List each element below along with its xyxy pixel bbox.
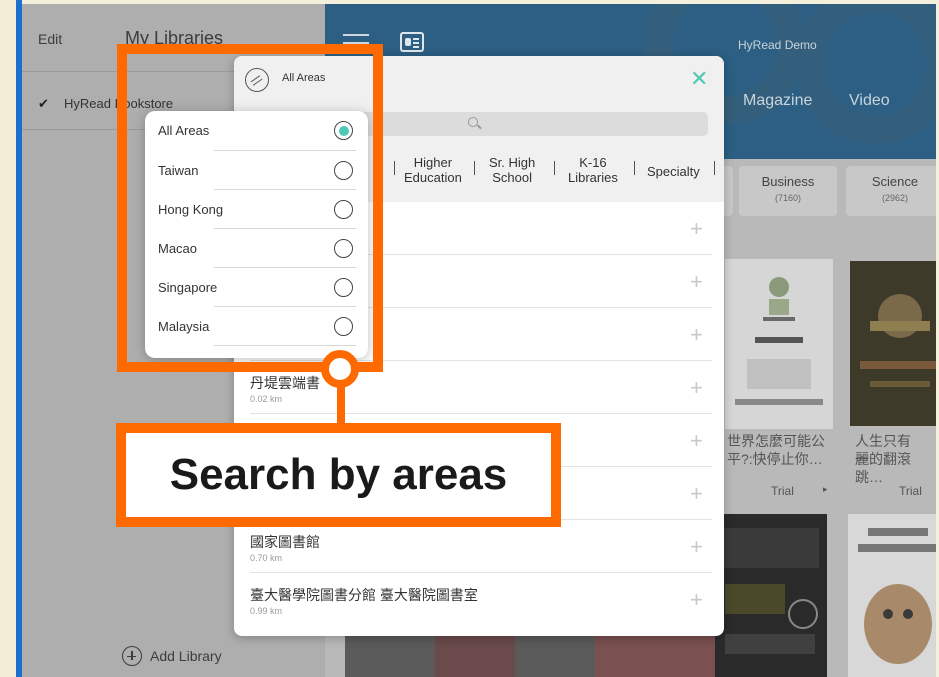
tab-separator	[394, 161, 395, 175]
library-row[interactable]: 國家圖書館 0.70 km +	[250, 520, 712, 573]
category-name: Science	[871, 174, 919, 189]
tab-separator	[474, 161, 475, 175]
tab-type-specialty[interactable]: Specialty	[647, 164, 700, 179]
edit-button[interactable]: Edit	[38, 31, 62, 47]
library-row-distance: 0.99 km	[250, 606, 283, 616]
tab-type-sr-high-school[interactable]: Sr. High School	[489, 155, 535, 185]
tab-magazine[interactable]: Magazine	[743, 92, 812, 110]
library-row-name: 國家圖書館	[250, 534, 320, 550]
book-cover[interactable]	[715, 514, 827, 677]
tab-label: Higher	[413, 155, 453, 170]
left-margin	[0, 0, 16, 677]
book-title[interactable]: 麗的翻滾跳…	[855, 450, 936, 486]
category-name: Business	[761, 174, 815, 189]
add-icon[interactable]: +	[690, 216, 703, 242]
add-icon[interactable]: +	[690, 322, 703, 348]
callout-pointer-dot	[321, 350, 359, 388]
tab-label: Education	[404, 170, 462, 185]
category-count: (7160)	[774, 193, 801, 203]
tab-label: K-16	[579, 155, 607, 170]
add-circle-icon	[122, 646, 142, 666]
add-library-button[interactable]: Add Library	[122, 646, 222, 666]
library-row-name: 臺大醫學院圖書分館 臺大醫院圖書室	[250, 587, 478, 603]
library-row-name: 丹堤雲端書	[250, 375, 320, 391]
account-name: HyRead Demo	[738, 38, 817, 52]
close-icon[interactable]: ✕	[690, 66, 708, 92]
tab-label: Sr. High	[489, 155, 536, 170]
tab-type-higher-education[interactable]: Higher Education	[404, 155, 462, 185]
book-cover[interactable]	[345, 636, 595, 677]
tab-separator	[634, 161, 635, 175]
play-icon: ▸	[823, 484, 828, 494]
tab-separator	[554, 161, 555, 175]
book-cover[interactable]	[850, 261, 936, 426]
book-title[interactable]: 平?:快停止你…	[727, 450, 823, 468]
add-icon[interactable]: +	[690, 428, 703, 454]
add-icon[interactable]: +	[690, 481, 703, 507]
callout-highlight-frame	[117, 44, 383, 372]
add-icon[interactable]: +	[690, 375, 703, 401]
library-search-input[interactable]	[344, 112, 708, 136]
category-card-science[interactable]: Science (2962)	[846, 166, 936, 216]
category-card-business[interactable]: Business (7160)	[739, 166, 837, 216]
tab-label: School	[492, 170, 532, 185]
check-icon: ✔	[38, 96, 49, 111]
book-cover[interactable]	[595, 636, 715, 677]
book-title[interactable]: 世界怎麼可能公	[727, 432, 825, 450]
category-count: (2962)	[881, 193, 908, 203]
library-row[interactable]: 臺大醫學院圖書分館 臺大醫院圖書室 0.99 km +	[250, 573, 712, 626]
add-library-label: Add Library	[150, 648, 222, 664]
library-row-distance: 0.02 km	[250, 394, 283, 404]
tab-label: Libraries	[568, 170, 618, 185]
library-row-distance: 0.70 km	[250, 553, 283, 563]
callout-label-box: Search by areas	[116, 423, 561, 527]
tab-video[interactable]: Video	[849, 92, 890, 110]
screenshot-frame: Edit My Libraries ✔ HyRead Bookstore Add…	[0, 0, 939, 677]
add-icon[interactable]: +	[690, 269, 703, 295]
banner-decoration	[795, 4, 936, 144]
callout-text: Search by areas	[169, 450, 508, 499]
search-icon	[468, 117, 478, 127]
tab-separator	[714, 161, 715, 175]
id-card-icon[interactable]	[400, 32, 424, 52]
add-icon[interactable]: +	[690, 587, 703, 613]
trial-button[interactable]: Trial	[771, 484, 794, 498]
book-cover[interactable]	[848, 514, 936, 677]
tab-label: Specialty	[647, 164, 700, 179]
tab-type-k16-libraries[interactable]: K-16 Libraries	[568, 155, 618, 185]
add-icon[interactable]: +	[690, 534, 703, 560]
book-cover[interactable]	[725, 259, 833, 429]
trial-button[interactable]: Trial	[899, 484, 922, 498]
